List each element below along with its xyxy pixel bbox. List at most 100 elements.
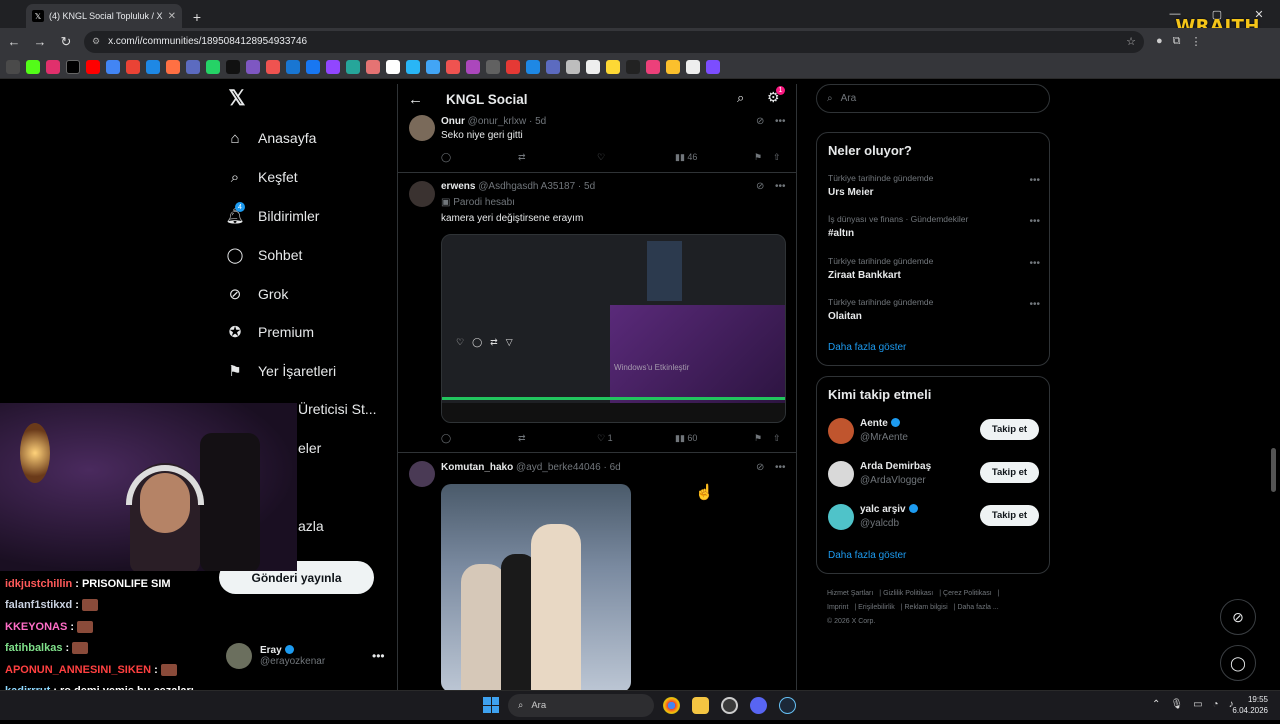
bookmark-generic-icon[interactable]	[406, 59, 420, 74]
file-explorer-icon[interactable]	[692, 697, 709, 714]
bookmark-generic-icon[interactable]	[146, 59, 160, 74]
trend-item[interactable]: Türkiye tarihinde gündemde Urs Meier •••	[828, 173, 1040, 198]
windows-start-icon[interactable]	[483, 697, 499, 713]
bookmark-generic-icon[interactable]	[626, 59, 640, 74]
post-author-name[interactable]: erwens	[441, 181, 475, 192]
bookmark-generic-icon[interactable]	[346, 59, 360, 74]
avatar[interactable]	[409, 461, 435, 487]
microphone-icon[interactable]: 🎙︎	[1170, 699, 1183, 710]
bookmark-generic-icon[interactable]	[586, 59, 600, 74]
scrollbar[interactable]	[1271, 448, 1276, 492]
views-icon[interactable]: ▮▮ 46	[675, 152, 697, 163]
post-handle[interactable]: @ayd_berke44046	[516, 462, 601, 473]
more-dots-icon[interactable]: •••	[372, 649, 385, 663]
more-dots-icon[interactable]: •••	[775, 181, 786, 192]
bookmark-x-icon[interactable]	[66, 59, 80, 74]
footer-link[interactable]: Erişilebilirlik	[858, 604, 895, 611]
chevron-up-icon[interactable]: ⌃	[1152, 699, 1160, 710]
post-author-name[interactable]: Onur	[441, 116, 465, 127]
nav-explore[interactable]: ⌕ Keşfet	[226, 168, 298, 186]
menu-icon[interactable]: ⋮	[1191, 35, 1202, 48]
bookmark-google-icon[interactable]	[106, 59, 120, 74]
more-dots-icon[interactable]: •••	[775, 116, 786, 127]
bookmark-generic-icon[interactable]	[226, 59, 240, 74]
follow-button[interactable]: Takip et	[980, 419, 1039, 440]
avatar[interactable]	[828, 461, 854, 487]
bookmark-generic-icon[interactable]	[166, 59, 180, 74]
chrome-icon[interactable]	[663, 697, 680, 714]
repost-icon[interactable]: ⇄	[518, 433, 526, 444]
bookmark-generic-icon[interactable]	[426, 59, 440, 74]
nav-chat[interactable]: ◯ Sohbet	[226, 246, 303, 264]
trend-item[interactable]: İş dünyası ve finans · Gündemdekiler #alt…	[828, 214, 1040, 239]
avatar[interactable]	[409, 181, 435, 207]
bookmark-facebook-icon[interactable]	[306, 59, 320, 74]
bookmark-generic-icon[interactable]	[486, 59, 500, 74]
bookmark-youtube-icon[interactable]	[86, 59, 100, 74]
nav-lists[interactable]: eler	[298, 440, 321, 456]
like-icon[interactable]: ♡	[597, 152, 605, 163]
repost-icon[interactable]: ⇄	[518, 152, 526, 163]
nav-creator-studio[interactable]: Üreticisi St...	[298, 401, 377, 417]
footer-link[interactable]: Daha fazla ...	[957, 604, 998, 611]
close-tab-icon[interactable]: ✕	[168, 11, 176, 22]
more-dots-icon[interactable]: •••	[1029, 216, 1040, 227]
post-time[interactable]: 5d	[535, 116, 546, 127]
post[interactable]: Onur @onur_krlxw · 5d ⊘ ••• Seko niye ge…	[398, 114, 796, 173]
reload-icon[interactable]: ↻	[54, 30, 78, 54]
new-tab-button[interactable]: +	[186, 6, 208, 28]
footer-link[interactable]: Çerez Politikası	[943, 590, 992, 597]
bookmark-whatsapp-icon[interactable]	[206, 59, 220, 74]
trend-item[interactable]: Türkiye tarihinde gündemde Olaitan •••	[828, 297, 1040, 322]
share-icon[interactable]: ⇧	[773, 152, 781, 163]
follow-button[interactable]: Takip et	[980, 462, 1039, 483]
trend-item[interactable]: Türkiye tarihinde gündemde Ziraat Bankkar…	[828, 256, 1040, 281]
bookmark-generic-icon[interactable]	[446, 59, 460, 74]
bookmark-icon[interactable]: ⚑	[754, 152, 762, 163]
bookmark-instagram-icon[interactable]	[46, 59, 60, 74]
show-more-link[interactable]: Daha fazla göster	[828, 342, 906, 353]
post-handle[interactable]: @Asdhgasdh A35187	[478, 181, 575, 192]
discord-icon[interactable]	[750, 697, 767, 714]
bookmark-generic-icon[interactable]	[546, 59, 560, 74]
avatar[interactable]	[828, 504, 854, 530]
follow-suggestion[interactable]: Aente @MrAente Takip et	[828, 416, 1040, 446]
follow-suggestion[interactable]: Arda Demirbaş @ArdaVlogger Takip et	[828, 459, 1040, 489]
more-dots-icon[interactable]: •••	[1029, 258, 1040, 269]
bookmark-kick-icon[interactable]	[26, 59, 40, 74]
post-time[interactable]: 6d	[610, 462, 621, 473]
search-icon[interactable]: ⌕	[737, 90, 744, 106]
more-dots-icon[interactable]: •••	[775, 462, 786, 473]
post-time[interactable]: 5d	[584, 181, 595, 192]
grok-icon[interactable]: ⊘	[756, 116, 764, 127]
like-icon[interactable]: ♡ 1	[597, 433, 613, 444]
nav-bookmarks[interactable]: ⚑ Yer İşaretleri	[226, 362, 336, 380]
bookmark-generic-icon[interactable]	[466, 59, 480, 74]
footer-link[interactable]: Hizmet Şartları	[827, 590, 873, 597]
bookmark-generic-icon[interactable]	[186, 59, 200, 74]
footer-link[interactable]: Reklam bilgisi	[905, 604, 948, 611]
system-clock[interactable]: 19:55 6.04.2026	[1230, 694, 1268, 716]
bookmark-generic-icon[interactable]	[646, 59, 660, 74]
site-info-icon[interactable]: ⚙	[92, 36, 100, 47]
wifi-icon[interactable]: ◔	[1213, 699, 1219, 710]
bookmark-generic-icon[interactable]	[566, 59, 580, 74]
nav-home[interactable]: ⌂ Anasayfa	[226, 129, 316, 147]
taskbar-search[interactable]: ⌕ Ara	[508, 694, 654, 717]
back-icon[interactable]: ←	[2, 30, 26, 54]
bookmark-star-icon[interactable]: ☆	[1126, 35, 1136, 48]
avatar[interactable]	[409, 115, 435, 141]
nav-premium[interactable]: ✪ Premium	[226, 323, 314, 341]
avatar[interactable]	[828, 418, 854, 444]
monitor-icon[interactable]: ▭	[1193, 699, 1202, 710]
follow-button[interactable]: Takip et	[980, 505, 1039, 526]
footer-link[interactable]: Imprint	[827, 604, 848, 611]
nav-grok[interactable]: ⊘ Grok	[226, 285, 289, 303]
nav-more[interactable]: azla	[298, 518, 324, 534]
views-icon[interactable]: ▮▮ 60	[675, 433, 697, 444]
grok-icon[interactable]: ⊘	[756, 181, 764, 192]
reply-icon[interactable]: ◯	[441, 152, 451, 163]
browser-tab[interactable]: 𝕏 (4) KNGL Social Topluluk / X ✕	[26, 4, 182, 28]
bookmark-generic-icon[interactable]	[386, 59, 400, 74]
more-dots-icon[interactable]: •••	[1029, 299, 1040, 310]
